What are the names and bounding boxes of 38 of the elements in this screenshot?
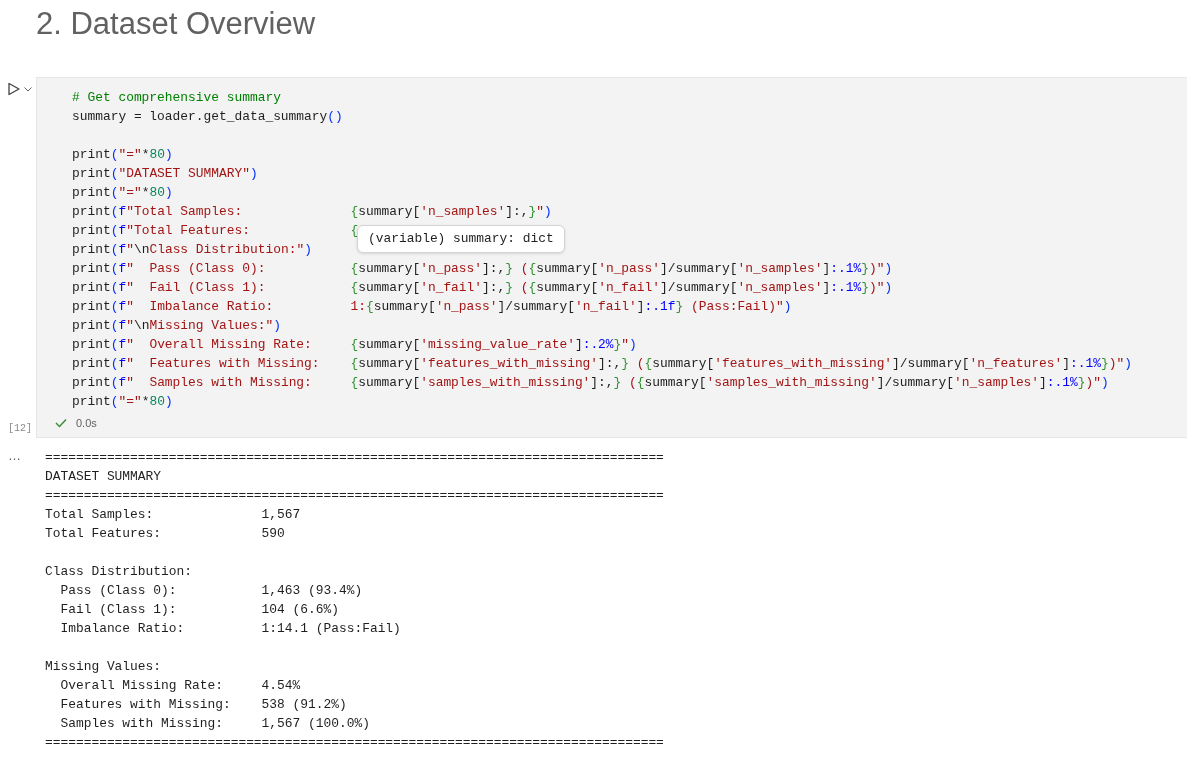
code-line: print(f" Pass (Class 0): {summary['n_pass']:,} ({summary['n_pass']/summary['n_samples']:.1%})") bbox=[72, 260, 893, 278]
output-line: ================================================================================ bbox=[45, 487, 664, 505]
code-line: print("="*80) bbox=[72, 146, 173, 164]
code-line: print(f" Overall Missing Rate: {summary['missing_value_rate']:.2%}") bbox=[72, 336, 637, 354]
code-cell[interactable] bbox=[36, 77, 1187, 438]
code-line: summary = loader.get_data_summary() bbox=[72, 108, 343, 126]
code-line: # Get comprehensive summary bbox=[72, 89, 281, 107]
output-line: Overall Missing Rate: 4.54% bbox=[59, 677, 301, 695]
code-line: print("="*80) bbox=[72, 184, 173, 202]
code-line: print("="*80) bbox=[72, 393, 173, 411]
code-line: print(f" Imbalance Ratio: 1:{summary['n_pass']/summary['n_fail']:.1f} (Pass:Fail)") bbox=[72, 298, 792, 316]
chevron-down-icon[interactable] bbox=[24, 86, 32, 92]
execution-time: 0.0s bbox=[76, 417, 97, 429]
output-line: ================================================================================ bbox=[45, 449, 664, 467]
output-line: Pass (Class 0): 1,463 (93.4%) bbox=[59, 582, 363, 600]
output-line: Total Features: 590 bbox=[45, 525, 285, 543]
output-menu[interactable]: … bbox=[0, 448, 21, 463]
code-line: print(f" Samples with Missing: {summary['samples_with_missing']:,} ({summary['samples_with_missing']/summary['n_samples']:.1%})") bbox=[72, 374, 1109, 392]
output-line: Total Samples: 1,567 bbox=[45, 506, 301, 524]
output-line: Class Distribution: bbox=[45, 563, 192, 581]
code-line: print("DATASET SUMMARY") bbox=[72, 165, 258, 183]
code-line: print(f"Total Features: { bbox=[72, 222, 359, 240]
code-line: print(f"Total Samples: {summary['n_samples']:,}") bbox=[72, 203, 552, 221]
code-line: print(f" Fail (Class 1): {summary['n_fail']:,} ({summary['n_fail']/summary['n_samples']:.1%})") bbox=[72, 279, 893, 297]
output-line: ================================================================================ bbox=[45, 734, 664, 752]
code-line: print(f"\nClass Distribution:") bbox=[72, 241, 312, 259]
execution-count: [12] bbox=[7, 423, 33, 436]
output-line: Imbalance Ratio: 1:14.1 (Pass:Fail) bbox=[59, 620, 401, 638]
section-heading: 2. Dataset Overview bbox=[35, 5, 317, 43]
run-icon[interactable] bbox=[7, 82, 21, 96]
output-line: Features with Missing: 538 (91.2%) bbox=[59, 696, 347, 714]
hover-tooltip: (variable) summary: dict bbox=[357, 225, 565, 253]
output-line: Samples with Missing: 1,567 (100.0%) bbox=[59, 715, 370, 733]
code-line: print(f"\nMissing Values:") bbox=[72, 317, 281, 335]
code-line: print(f" Features with Missing: {summary['features_with_missing']:,} ({summary['features_with_missing']/summary['n_features']:.1%})") bbox=[72, 355, 1132, 373]
output-line: DATASET SUMMARY bbox=[45, 468, 162, 486]
output-line: Missing Values: bbox=[45, 658, 162, 676]
output-line: Fail (Class 1): 104 (6.6%) bbox=[59, 601, 339, 619]
